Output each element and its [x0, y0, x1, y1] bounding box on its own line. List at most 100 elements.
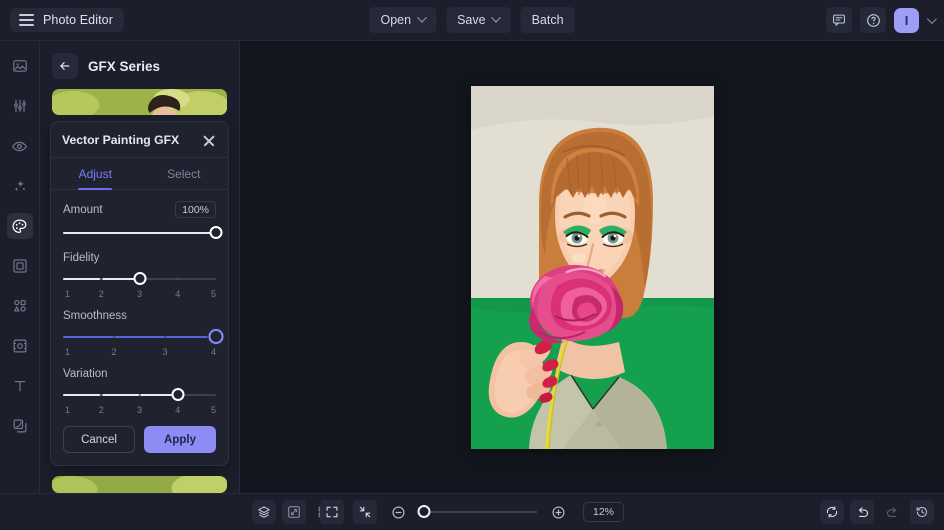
bottom-toolbar: 12% [0, 493, 944, 530]
variation-scale: 1 2 3 4 5 [63, 405, 216, 417]
amount-row: Amount 100% [63, 201, 216, 219]
sidebar-item-image[interactable] [7, 53, 33, 79]
canvas-area[interactable] [240, 41, 944, 493]
zoom-slider[interactable] [417, 505, 537, 519]
variation-slider[interactable] [63, 388, 216, 402]
popover-title: Vector Painting GFX [62, 133, 180, 148]
sidebar-item-gfx[interactable] [6, 213, 33, 239]
zoom-slider-track [418, 511, 537, 513]
fidelity-slider[interactable] [63, 272, 216, 286]
slider-fill [63, 336, 216, 339]
amount-value: 100% [175, 201, 216, 219]
undo-icon [858, 506, 868, 517]
sidebar-item-overlay[interactable] [7, 413, 33, 439]
workspace: GFX Series Vector Painting GFX Adjust Se… [0, 41, 944, 493]
batch-label: Batch [531, 13, 564, 27]
slider-tick-label: 3 [162, 347, 168, 358]
smoothness-slider[interactable] [63, 329, 224, 345]
chevron-down-icon[interactable] [926, 13, 937, 24]
sidebar-item-transform[interactable] [7, 333, 33, 359]
sidebar-item-text[interactable] [7, 373, 33, 399]
watercolor-dog-art [52, 476, 227, 493]
open-label: Open [380, 13, 412, 27]
slider-fill [63, 394, 178, 397]
gfx-card-watercolor[interactable]: Watercolor GFX Ai [52, 89, 227, 116]
amount-slider[interactable] [63, 226, 223, 240]
app-menu-button[interactable]: Photo Editor [10, 8, 124, 32]
text-icon [14, 380, 25, 392]
slider-tick [138, 393, 141, 397]
slider-tick [100, 393, 103, 397]
zoom-controls: 12% [319, 500, 625, 524]
slider-knob[interactable] [171, 388, 185, 402]
app-title: Photo Editor [43, 13, 113, 27]
sidebar-item-preview[interactable] [7, 133, 33, 159]
page-title: GFX Series [88, 58, 161, 74]
redo-button[interactable] [880, 500, 904, 524]
zoom-level[interactable]: 12% [582, 502, 625, 522]
layers-icon [258, 506, 270, 518]
compare-button[interactable] [282, 500, 306, 524]
sidebar-item-frame[interactable] [7, 253, 33, 279]
watercolor-portrait-art [52, 89, 227, 116]
fit-screen-icon [326, 506, 338, 518]
cancel-button[interactable]: Cancel [63, 426, 135, 454]
tab-select[interactable]: Select [140, 158, 229, 189]
slider-tick-label: 4 [210, 347, 216, 358]
back-button[interactable] [52, 53, 78, 79]
fit-screen-button[interactable] [319, 500, 344, 524]
arrow-left-icon [60, 62, 70, 70]
sidebar-item-shapes[interactable] [7, 293, 33, 319]
slider-knob[interactable] [208, 329, 224, 345]
history-button[interactable] [910, 500, 934, 524]
slider-tick [100, 277, 103, 281]
vector-painting-popover: Vector Painting GFX Adjust Select Amount… [50, 121, 229, 467]
open-button[interactable]: Open [369, 7, 437, 33]
redo-icon [886, 506, 896, 517]
layers-button[interactable] [252, 500, 276, 524]
history-controls [820, 500, 934, 524]
slider-fill [63, 232, 216, 235]
zoom-in-icon [551, 505, 564, 519]
smoothness-label: Smoothness [63, 310, 127, 323]
tab-adjust[interactable]: Adjust [51, 158, 140, 189]
reset-button[interactable] [820, 500, 844, 524]
zoom-out-button[interactable] [386, 500, 410, 524]
batch-button[interactable]: Batch [520, 7, 575, 33]
close-icon[interactable] [201, 132, 217, 148]
avatar[interactable]: I [894, 7, 919, 33]
slider-tick-label: 1 [65, 289, 71, 300]
compare-split-icon [288, 506, 300, 518]
panel-header: GFX Series [40, 41, 239, 89]
image-icon [12, 60, 27, 72]
variation-label: Variation [63, 368, 108, 381]
reset-icon [826, 506, 838, 518]
comment-button[interactable] [826, 7, 852, 33]
save-button[interactable]: Save [446, 7, 511, 33]
slider-tick [176, 277, 179, 281]
layers-overlay-icon [13, 419, 26, 433]
sidebar-item-effects[interactable] [7, 173, 33, 199]
slider-tick-label: 1 [65, 347, 71, 358]
slider-knob[interactable] [209, 226, 223, 240]
slider-tick-label: 3 [136, 289, 143, 300]
fit-content-icon [359, 506, 371, 518]
popover-actions: Cancel Apply [63, 426, 216, 454]
comment-icon [833, 14, 845, 26]
fidelity-scale: 1 2 3 4 5 [63, 289, 216, 301]
artboard[interactable] [470, 85, 714, 449]
slider-knob[interactable] [133, 272, 146, 286]
sidebar-item-adjustments[interactable] [7, 93, 33, 119]
tool-rail [0, 41, 40, 493]
save-label: Save [457, 13, 486, 27]
gfx-card-secondary[interactable] [52, 476, 227, 493]
apply-button[interactable]: Apply [144, 426, 216, 454]
undo-button[interactable] [850, 500, 874, 524]
help-button[interactable] [860, 7, 886, 33]
fit-content-button[interactable] [352, 500, 377, 524]
photo-editor-app: Photo Editor Open Save Batch I GFX Serie… [0, 0, 944, 530]
gfx-panel: GFX Series Vector Painting GFX Adjust Se… [40, 41, 240, 493]
zoom-slider-knob[interactable] [417, 505, 431, 518]
amount-label: Amount [63, 203, 103, 216]
zoom-in-button[interactable] [546, 500, 570, 524]
